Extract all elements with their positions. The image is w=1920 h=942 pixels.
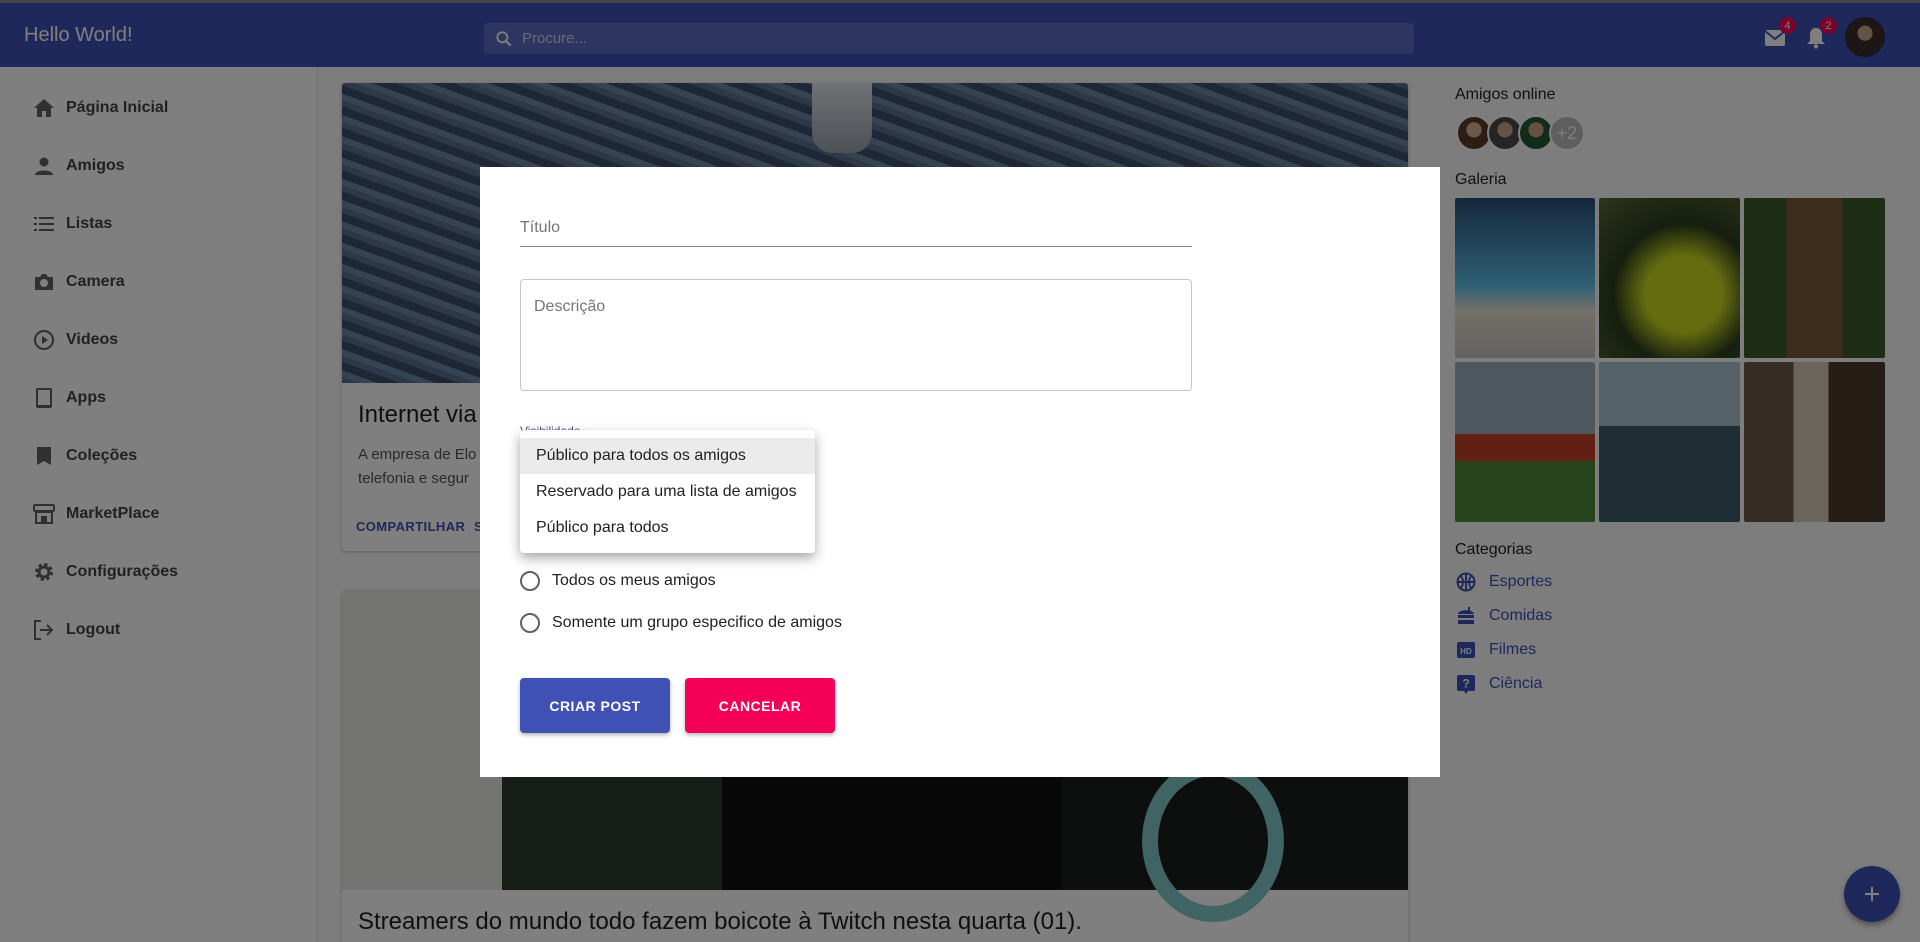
title-field[interactable]: Título <box>520 215 1192 247</box>
radio-circle[interactable] <box>520 571 540 591</box>
radio-specific-group[interactable]: Somente um grupo especifico de amigos <box>520 613 842 633</box>
title-placeholder: Título <box>520 219 561 236</box>
radio-circle[interactable] <box>520 613 540 633</box>
visibility-option[interactable]: Público para todos <box>520 510 815 546</box>
radio-label: Somente um grupo especifico de amigos <box>552 614 842 631</box>
description-placeholder: Descrição <box>534 298 606 315</box>
radio-all-friends[interactable]: Todos os meus amigos <box>520 571 716 591</box>
radio-label: Todos os meus amigos <box>552 572 716 589</box>
visibility-option[interactable]: Público para todos os amigos <box>520 438 815 474</box>
visibility-option[interactable]: Reservado para uma lista de amigos <box>520 474 815 510</box>
create-post-button[interactable]: CRIAR POST <box>520 678 670 733</box>
cancel-button[interactable]: CANCELAR <box>685 678 835 733</box>
description-field[interactable]: Descrição <box>520 279 1192 391</box>
visibility-menu: Público para todos os amigos Reservado p… <box>520 430 815 553</box>
